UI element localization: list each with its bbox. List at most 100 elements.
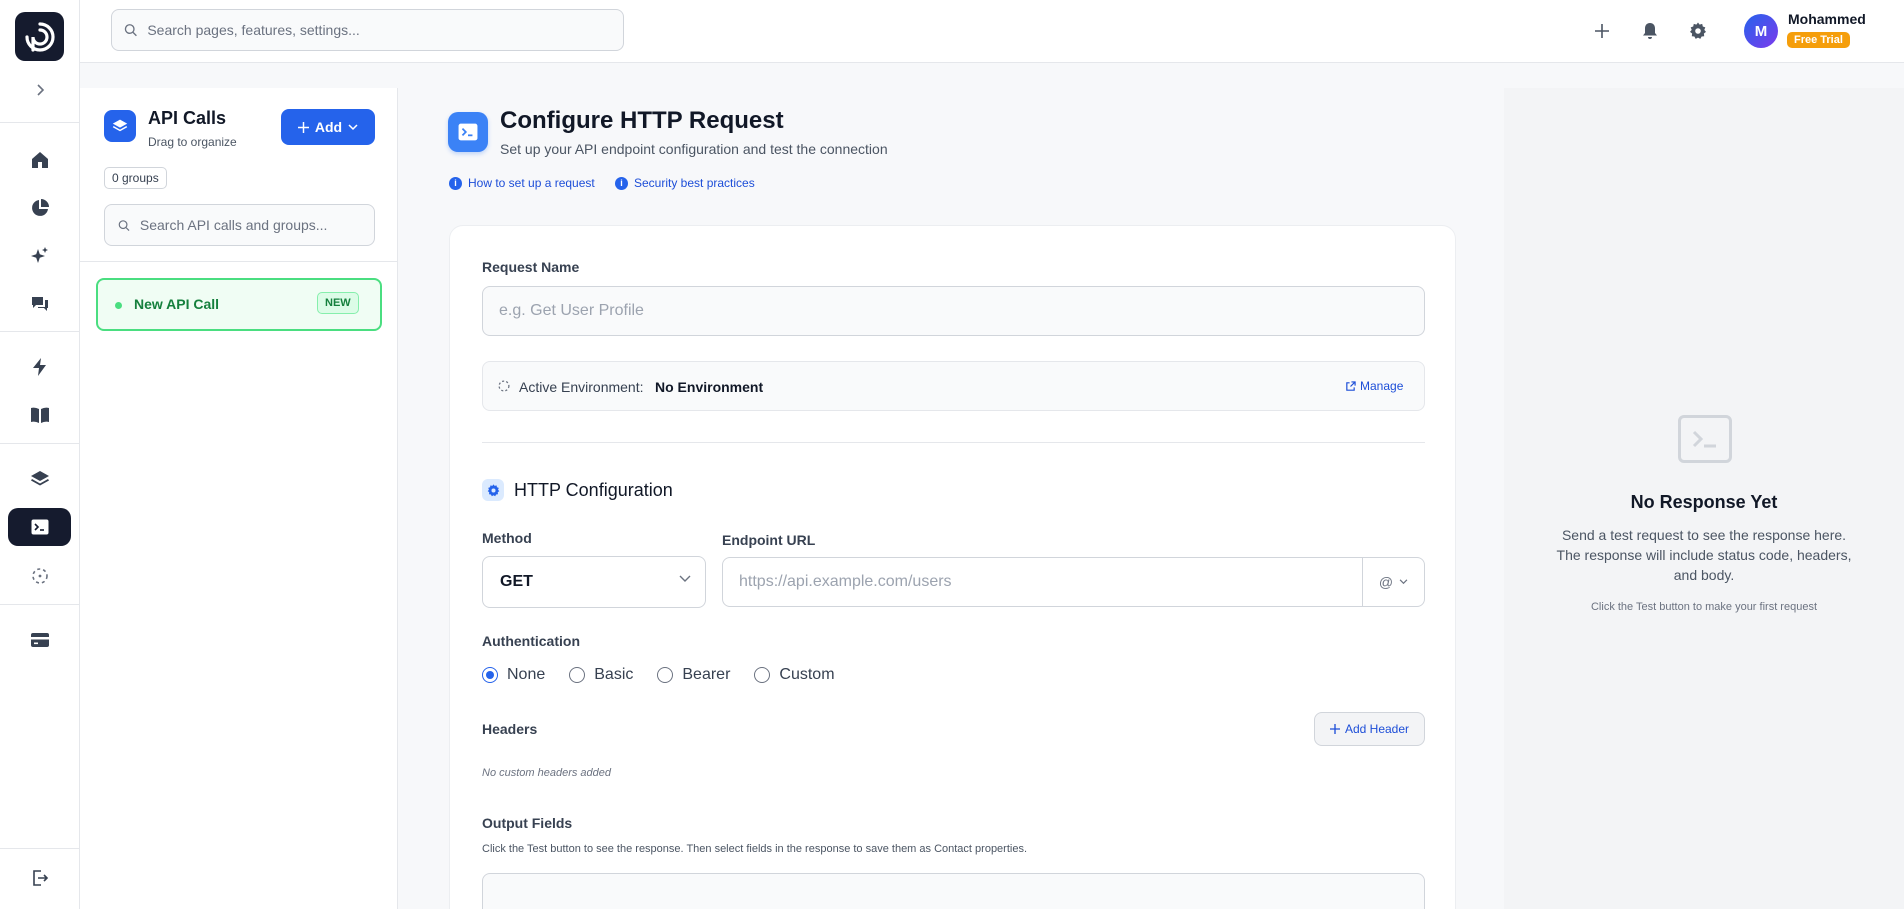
bell-icon — [1643, 23, 1657, 39]
method-value: GET — [500, 573, 533, 590]
endpoint-url-input[interactable] — [723, 558, 1363, 606]
radio[interactable] — [754, 667, 771, 683]
terminal-icon — [1678, 415, 1732, 463]
app-logo[interactable] — [15, 12, 64, 61]
rail-ai[interactable] — [24, 240, 56, 272]
layers-icon — [112, 119, 128, 132]
user-avatar[interactable]: M — [1744, 14, 1778, 48]
rail-environments[interactable] — [24, 560, 56, 592]
logout-icon — [33, 870, 49, 886]
at-sign-icon: @ — [1378, 574, 1394, 590]
logo-icon — [24, 21, 55, 52]
output-fields-label: Output Fields — [482, 815, 573, 831]
api-call-label: New API Call — [134, 296, 220, 312]
auth-option-label: Basic — [594, 666, 634, 683]
help-link-security[interactable]: i Security best practices — [615, 176, 755, 190]
credit-card-icon — [31, 633, 49, 647]
global-search-input[interactable] — [147, 22, 623, 38]
radio[interactable] — [657, 667, 674, 683]
user-name[interactable]: Mohammed — [1788, 11, 1866, 27]
response-empty-text: Send a test request to see the response … — [1556, 527, 1852, 583]
plus-icon — [1595, 24, 1609, 38]
global-search[interactable] — [111, 9, 624, 51]
help-link-label: Security best practices — [634, 176, 755, 190]
response-empty-title: No Response Yet — [1630, 492, 1778, 512]
page-subtitle: Set up your API endpoint configuration a… — [500, 141, 888, 157]
chevron-down-icon — [348, 123, 358, 130]
auth-option-custom[interactable]: Custom — [754, 666, 835, 684]
no-headers-text: No custom headers added — [482, 767, 612, 779]
endpoint-url-field: @ — [722, 557, 1425, 607]
rail-knowledge[interactable] — [24, 399, 56, 431]
notifications-button[interactable] — [1637, 18, 1663, 44]
left-rail — [0, 0, 80, 909]
api-call-item[interactable]: New API Call NEW — [96, 278, 382, 331]
page-icon — [448, 112, 488, 152]
rail-conversations[interactable] — [24, 288, 56, 320]
add-header-label: Add Header — [1344, 722, 1410, 736]
rail-api-calls[interactable] — [8, 508, 71, 546]
trial-badge[interactable]: Free Trial — [1787, 32, 1850, 48]
chevron-right-icon — [37, 84, 45, 96]
insert-variable-button[interactable]: @ — [1362, 558, 1424, 606]
api-search-input[interactable] — [139, 217, 374, 233]
rail-automations[interactable] — [24, 351, 56, 383]
add-button[interactable]: Add — [281, 109, 375, 145]
logout-button[interactable] — [24, 862, 56, 894]
http-config-title: HTTP Configuration — [514, 480, 673, 500]
page-title: Configure HTTP Request — [500, 107, 784, 134]
radio-selected[interactable] — [482, 667, 498, 683]
layers-icon — [31, 471, 49, 486]
http-config-icon — [482, 479, 504, 501]
headers-label: Headers — [482, 721, 538, 737]
manage-environment-link[interactable]: Manage — [1345, 379, 1403, 393]
section-divider — [482, 442, 1425, 443]
auth-option-label: Custom — [779, 666, 835, 683]
external-link-icon — [1346, 380, 1356, 391]
auth-option-basic[interactable]: Basic — [569, 666, 633, 684]
endpoint-url-label: Endpoint URL — [722, 532, 816, 548]
help-link-setup[interactable]: i How to set up a request — [449, 176, 595, 190]
new-badge: NEW — [317, 292, 359, 314]
rail-divider — [0, 848, 80, 849]
rail-integrations[interactable] — [24, 463, 56, 495]
rail-divider — [0, 331, 80, 332]
chevron-down-icon — [1399, 579, 1408, 585]
method-label: Method — [482, 530, 532, 546]
top-bar: M Mohammed Free Trial — [80, 0, 1904, 63]
plus-icon — [297, 121, 309, 133]
output-fields-area[interactable] — [482, 873, 1425, 909]
status-dot — [115, 302, 122, 309]
expand-rail-button[interactable] — [28, 80, 52, 100]
rail-divider — [0, 443, 80, 444]
auth-option-none[interactable]: None — [482, 666, 545, 684]
terminal-icon — [458, 123, 478, 141]
rail-reports[interactable] — [24, 192, 56, 224]
auth-option-bearer[interactable]: Bearer — [657, 666, 730, 684]
response-panel: No Response Yet Send a test request to s… — [1504, 88, 1904, 909]
search-icon — [118, 219, 130, 231]
groups-count-badge: 0 groups — [104, 167, 167, 189]
terminal-icon — [31, 519, 48, 535]
authentication-label: Authentication — [482, 633, 580, 649]
create-button[interactable] — [1589, 18, 1615, 44]
loader-icon — [32, 568, 48, 584]
settings-button[interactable] — [1685, 18, 1711, 44]
api-calls-panel: API Calls Drag to organize Add 0 groups … — [80, 88, 398, 909]
config-card: Request Name Active Environment: No Envi… — [449, 225, 1456, 909]
rail-home[interactable] — [24, 144, 56, 176]
rail-billing[interactable] — [24, 624, 56, 656]
add-header-button[interactable]: Add Header — [1314, 712, 1425, 746]
api-search[interactable] — [104, 204, 375, 246]
book-icon — [31, 407, 49, 423]
gear-icon — [487, 483, 499, 496]
method-select[interactable]: GET — [482, 556, 706, 608]
environment-bar: Active Environment: No Environment Manag… — [482, 361, 1425, 411]
info-icon: i — [449, 176, 462, 190]
lightning-icon — [33, 358, 46, 376]
info-icon: i — [615, 176, 628, 190]
request-name-input[interactable] — [482, 286, 1425, 336]
chevron-down-icon — [679, 575, 691, 582]
sparkles-icon — [31, 247, 48, 263]
radio[interactable] — [569, 667, 586, 683]
